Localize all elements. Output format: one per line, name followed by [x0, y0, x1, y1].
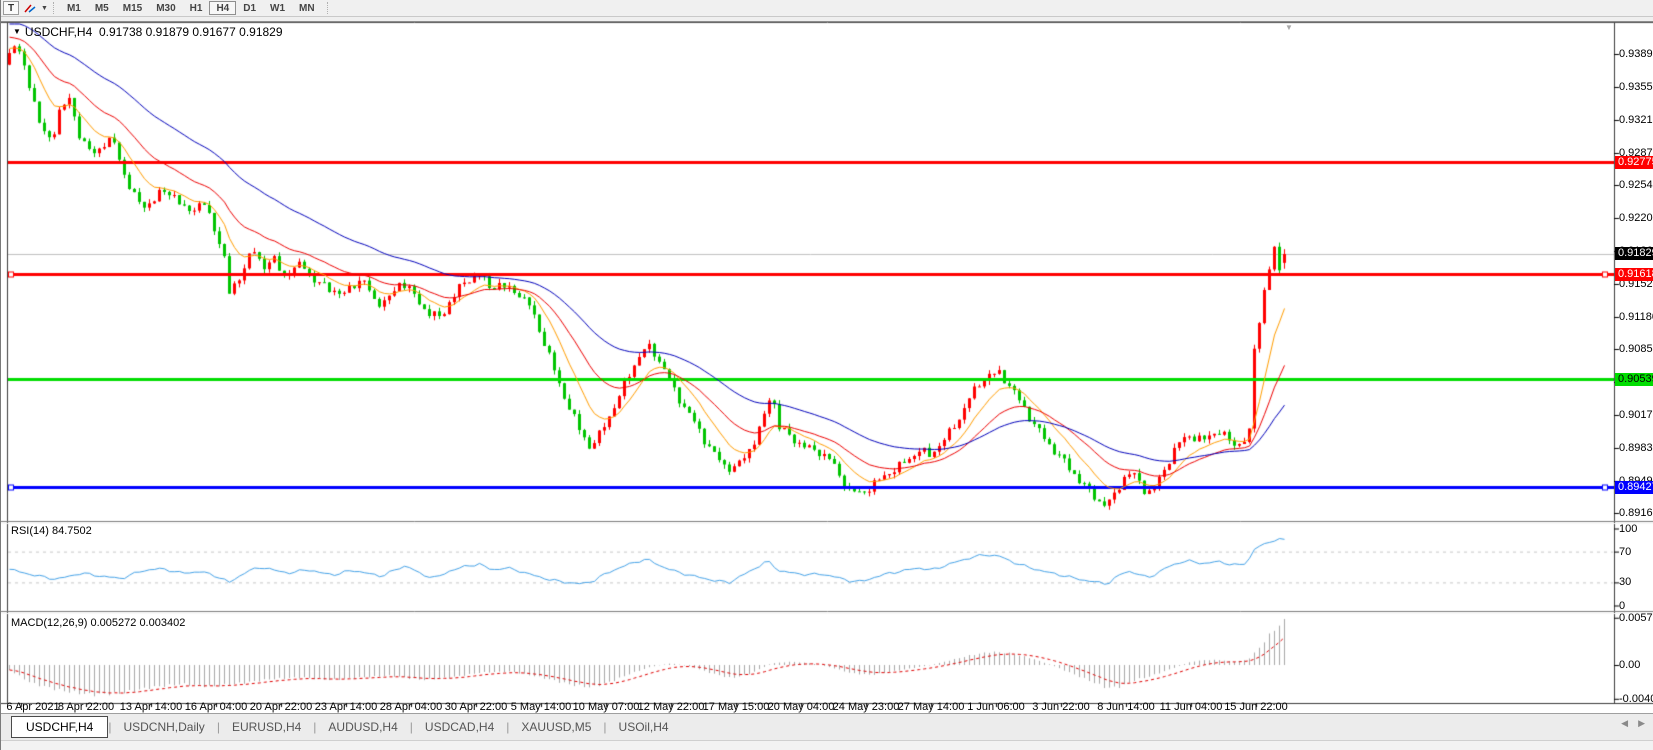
- time-tick-label: 17 May 15:00: [703, 701, 770, 713]
- macd-indicator-label: MACD(12,26,9) 0.005272 0.003402: [11, 617, 185, 629]
- time-tick-label: 28 Apr 04:00: [380, 701, 442, 713]
- symbol-dropdown-icon[interactable]: ▼: [13, 27, 21, 36]
- timeframe-button-d1[interactable]: D1: [236, 1, 263, 15]
- time-tick-label: 30 Apr 22:00: [445, 701, 507, 713]
- hline-price-badge: 0.89427: [1615, 481, 1653, 494]
- current-price-badge: 0.91829: [1615, 247, 1653, 260]
- symbol-timeframe-label: USDCHF,H4: [25, 25, 92, 39]
- time-tick-label: 8 Apr 22:00: [58, 701, 114, 713]
- status-bar: [1, 740, 1653, 750]
- rsi-tick-label: 0: [1619, 600, 1625, 612]
- time-tick-label: 5 May 14:00: [511, 701, 572, 713]
- time-tick-label: 20 May 04:00: [768, 701, 835, 713]
- symbol-tab-usoil[interactable]: USOil,H4: [607, 717, 681, 737]
- time-tick-label: 24 May 23:00: [833, 701, 900, 713]
- price-tick-label: 0.93550: [1619, 81, 1653, 93]
- chart-shift-marker-icon[interactable]: ▼: [1285, 23, 1293, 32]
- time-tick-label: 23 Apr 14:00: [315, 701, 377, 713]
- timeframe-button-m15[interactable]: M15: [116, 1, 149, 15]
- symbol-tab-audusd[interactable]: AUDUSD,H4: [316, 717, 409, 737]
- text-tool-button[interactable]: T: [3, 1, 19, 15]
- time-tick-label: 10 May 07:00: [573, 701, 640, 713]
- top-toolbar: T ▼ M1M5M15M30H1H4D1W1MN: [1, 0, 1653, 16]
- timeframe-button-w1[interactable]: W1: [263, 1, 292, 15]
- macd-tick-label: 0.005718: [1619, 612, 1653, 624]
- drawing-tool-icon[interactable]: ▼: [23, 1, 48, 15]
- timeframe-button-h1[interactable]: H1: [183, 1, 210, 15]
- tab-scroll-right-icon[interactable]: ▶: [1638, 718, 1645, 729]
- timeframe-button-m30[interactable]: M30: [149, 1, 182, 15]
- time-tick-label: 13 Apr 14:00: [120, 701, 182, 713]
- timeframe-button-m5[interactable]: M5: [88, 1, 116, 15]
- tab-scroll-left-icon[interactable]: ◀: [1621, 718, 1628, 729]
- rsi-indicator-label: RSI(14) 84.7502: [11, 525, 92, 537]
- symbol-tab-xauusd[interactable]: XAUUSD,M5: [509, 717, 603, 737]
- price-tick-label: 0.90170: [1619, 409, 1653, 421]
- macd-tick-label: -0.00409: [1619, 693, 1653, 705]
- price-tick-label: 0.93210: [1619, 114, 1653, 126]
- drawing-tool-glyph: [23, 2, 39, 14]
- rsi-value: 84.7502: [52, 525, 92, 537]
- time-tick-label: 11 Jun 04:00: [1160, 701, 1223, 713]
- macd-signal-value: 0.003402: [139, 617, 185, 629]
- time-tick-label: 12 May 22:00: [638, 701, 705, 713]
- quote-open: 0.91738: [99, 25, 142, 39]
- hline-price-badge: 0.90539: [1615, 373, 1653, 386]
- rsi-name: RSI(14): [11, 525, 49, 537]
- price-tick-label: 0.92200: [1619, 212, 1653, 224]
- price-tick-label: 0.89830: [1619, 442, 1653, 454]
- rsi-tick-label: 70: [1619, 546, 1631, 558]
- time-tick-label: 16 Apr 04:00: [185, 701, 247, 713]
- time-tick-label: 3 Jun 22:00: [1032, 701, 1090, 713]
- timeframe-button-mn[interactable]: MN: [292, 1, 322, 15]
- timeframe-button-m1[interactable]: M1: [60, 1, 88, 15]
- tab-scroll-buttons: ◀ ▶: [1621, 718, 1645, 729]
- macd-name: MACD(12,26,9): [11, 617, 87, 629]
- macd-tick-label: 0.00: [1619, 659, 1640, 671]
- rsi-tick-label: 30: [1619, 576, 1631, 588]
- quote-low: 0.91677: [192, 25, 235, 39]
- hline-price-badge: 0.92775: [1615, 156, 1653, 169]
- price-tick-label: 0.91180: [1619, 311, 1653, 323]
- quote-high: 0.91879: [146, 25, 189, 39]
- symbol-tab-bar: USDCHF,H4|USDCNH,Daily|EURUSD,H4|AUDUSD,…: [1, 713, 1653, 740]
- toolbar-separator: [53, 2, 55, 14]
- price-tick-label: 0.93890: [1619, 48, 1653, 60]
- rsi-tick-label: 100: [1619, 523, 1637, 535]
- toolbar-divider: [1, 16, 1653, 22]
- price-tick-label: 0.89160: [1619, 507, 1653, 519]
- time-tick-label: 8 Jun 14:00: [1097, 701, 1155, 713]
- time-tick-label: 6 Apr 2021: [6, 701, 59, 713]
- price-tick-label: 0.90850: [1619, 343, 1653, 355]
- timeframe-button-group: M1M5M15M30H1H4D1W1MN: [60, 1, 322, 15]
- symbol-tab-usdcnh[interactable]: USDCNH,Daily: [111, 717, 216, 737]
- symbol-tab-usdchf[interactable]: USDCHF,H4: [11, 716, 108, 738]
- chart-canvas[interactable]: [1, 0, 1653, 750]
- time-tick-label: 15 Jun 22:00: [1224, 701, 1288, 713]
- chart-title: ▼ USDCHF,H4 0.91738 0.91879 0.91677 0.918…: [13, 25, 283, 39]
- symbol-tab-eurusd[interactable]: EURUSD,H4: [220, 717, 313, 737]
- time-tick-label: 27 May 14:00: [898, 701, 965, 713]
- macd-main-value: 0.005272: [90, 617, 136, 629]
- symbol-tab-usdcad[interactable]: USDCAD,H4: [413, 717, 506, 737]
- time-tick-label: 20 Apr 22:00: [250, 701, 312, 713]
- quote-close: 0.91829: [239, 25, 282, 39]
- price-tick-label: 0.92540: [1619, 179, 1653, 191]
- time-tick-label: 1 Jun 06:00: [967, 701, 1025, 713]
- terminal-window: T ▼ M1M5M15M30H1H4D1W1MN ▼ USDCHF,H4 0.91…: [0, 0, 1653, 750]
- toolbar-separator: [327, 2, 329, 14]
- chevron-down-icon: ▼: [41, 5, 48, 12]
- timeframe-button-h4[interactable]: H4: [209, 1, 236, 15]
- hline-price-badge: 0.91618: [1615, 268, 1653, 281]
